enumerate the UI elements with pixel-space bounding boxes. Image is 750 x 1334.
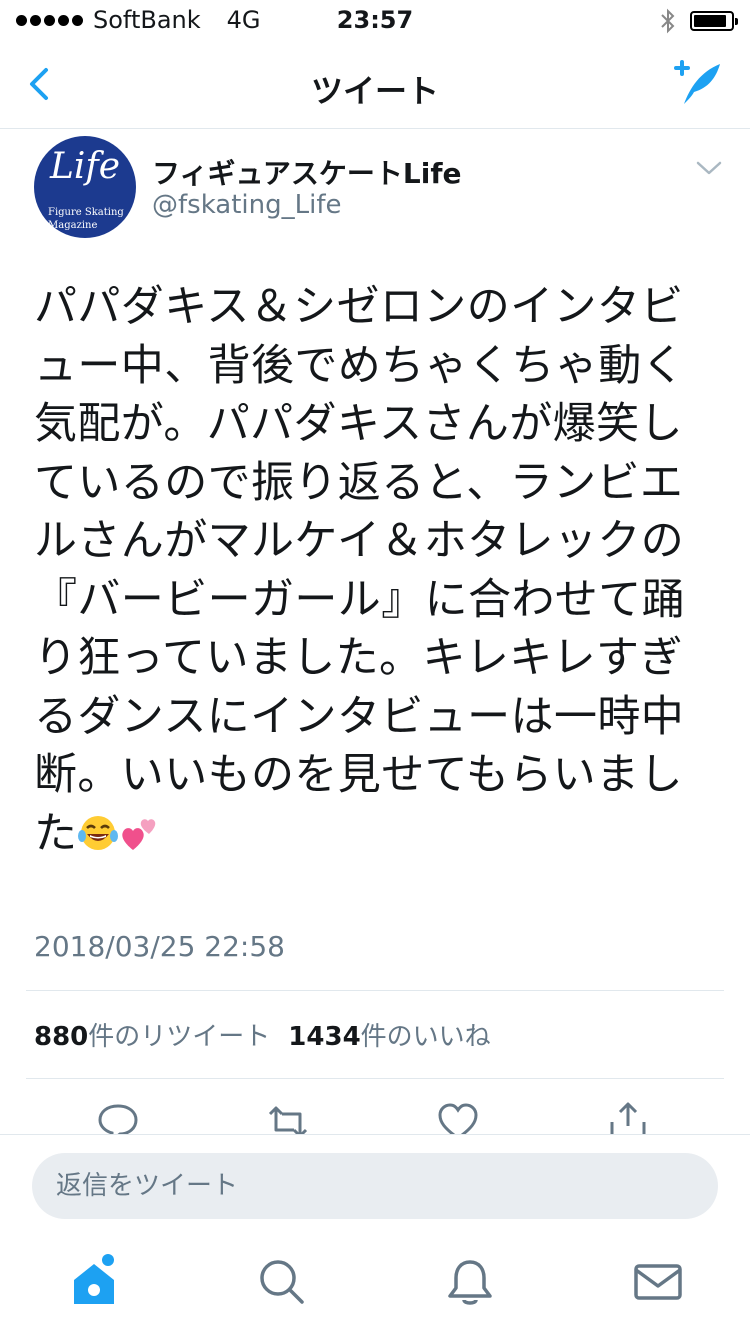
two-hearts-emoji bbox=[122, 818, 156, 850]
home-icon[interactable] bbox=[66, 1254, 122, 1310]
notifications-icon[interactable] bbox=[442, 1254, 498, 1310]
tweet-body: パパダキス＆シゼロンのインタビュー中、背後でめちゃくちゃ動く気配が。パパダキスさ… bbox=[34, 282, 685, 859]
avatar-logo-subtext: Figure Skating Magazine bbox=[48, 207, 124, 231]
retweets-label: 件のリツイート bbox=[88, 1022, 271, 1052]
nav-bar: ツイート bbox=[0, 40, 750, 129]
compose-tweet-icon[interactable] bbox=[670, 58, 724, 108]
tab-bar bbox=[0, 1232, 750, 1334]
author-display-name[interactable]: フィギュアスケートLife bbox=[152, 152, 462, 192]
status-right bbox=[660, 8, 738, 34]
likes-count: 1434 bbox=[288, 1022, 361, 1052]
tweet-stats: 880件のリツイート 1434件のいいね bbox=[34, 1016, 491, 1053]
divider bbox=[26, 1078, 724, 1079]
battery-icon bbox=[690, 11, 738, 31]
bluetooth-icon bbox=[661, 8, 675, 34]
chevron-down-icon[interactable] bbox=[694, 156, 724, 180]
retweet-icon[interactable] bbox=[266, 1100, 310, 1134]
tweet-text: パパダキス＆シゼロンのインタビュー中、背後でめちゃくちゃ動く気配が。パパダキスさ… bbox=[34, 278, 718, 863]
avatar[interactable]: Life Figure Skating Magazine bbox=[34, 136, 136, 238]
tweet-actions bbox=[0, 1080, 750, 1134]
retweets-stat[interactable]: 880件のリツイート bbox=[34, 1016, 270, 1053]
laughing-tears-emoji bbox=[78, 815, 119, 850]
status-time: 23:57 bbox=[336, 6, 414, 34]
page-title: ツイート bbox=[310, 72, 439, 110]
reply-icon[interactable] bbox=[96, 1100, 140, 1134]
likes-label: 件のいいね bbox=[360, 1022, 491, 1052]
tweet-timestamp: 2018/03/25 22:58 bbox=[34, 930, 285, 963]
author-handle[interactable]: @fskating_Life bbox=[152, 190, 342, 220]
reply-bar: 返信をツイート bbox=[0, 1134, 750, 1233]
share-icon[interactable] bbox=[606, 1100, 650, 1134]
avatar-logo-text: Life bbox=[49, 146, 121, 187]
messages-icon[interactable] bbox=[630, 1254, 686, 1310]
status-bar: SoftBank 4G 23:57 bbox=[0, 0, 750, 40]
divider bbox=[26, 990, 724, 991]
likes-stat[interactable]: 1434件のいいね bbox=[288, 1016, 490, 1053]
retweets-count: 880 bbox=[34, 1022, 89, 1052]
reply-input[interactable]: 返信をツイート bbox=[32, 1153, 718, 1219]
search-icon[interactable] bbox=[254, 1254, 310, 1310]
tweet-author[interactable]: Life Figure Skating Magazine フィギュアスケートLif… bbox=[34, 136, 724, 240]
like-icon[interactable] bbox=[436, 1100, 480, 1134]
battery-level bbox=[694, 15, 727, 27]
